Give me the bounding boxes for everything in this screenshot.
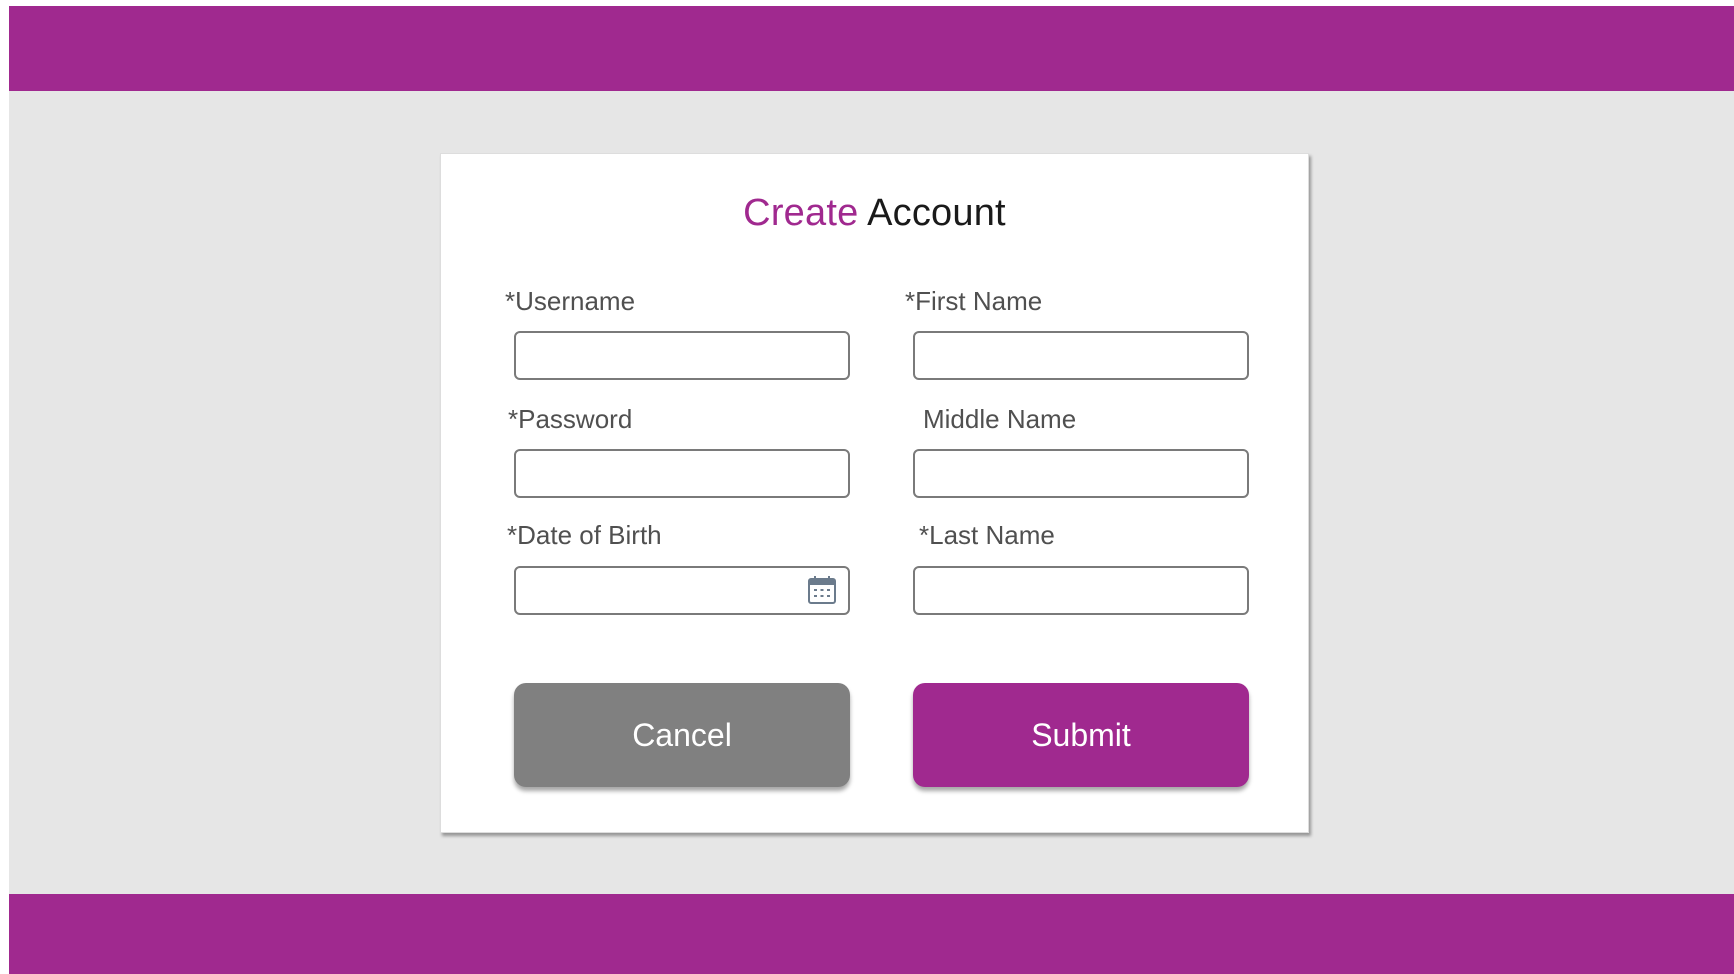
username-input[interactable] bbox=[514, 331, 850, 380]
last-name-label: *Last Name bbox=[919, 520, 1055, 550]
title-rest: Account bbox=[858, 192, 1006, 234]
date-of-birth-label: *Date of Birth bbox=[507, 520, 662, 550]
username-label: *Username bbox=[505, 286, 636, 316]
page-background: Create Account *Username *First Name *Pa… bbox=[9, 6, 1734, 974]
middle-name-input[interactable] bbox=[913, 449, 1249, 498]
header-bar bbox=[9, 6, 1734, 91]
create-account-card: Create Account *Username *First Name *Pa… bbox=[440, 153, 1309, 833]
first-name-label: *First Name bbox=[905, 286, 1043, 316]
submit-button[interactable]: Submit bbox=[913, 683, 1249, 787]
middle-name-label: Middle Name bbox=[923, 404, 1077, 434]
password-input[interactable] bbox=[514, 449, 850, 498]
page-title: Create Account bbox=[441, 192, 1308, 235]
cancel-button[interactable]: Cancel bbox=[514, 683, 850, 787]
first-name-input[interactable] bbox=[913, 331, 1249, 380]
footer-bar bbox=[9, 894, 1734, 974]
last-name-input[interactable] bbox=[913, 566, 1249, 615]
password-label: *Password bbox=[508, 404, 633, 434]
title-accent: Create bbox=[743, 192, 859, 234]
date-of-birth-input[interactable] bbox=[514, 566, 850, 615]
calendar-icon[interactable] bbox=[806, 574, 838, 606]
